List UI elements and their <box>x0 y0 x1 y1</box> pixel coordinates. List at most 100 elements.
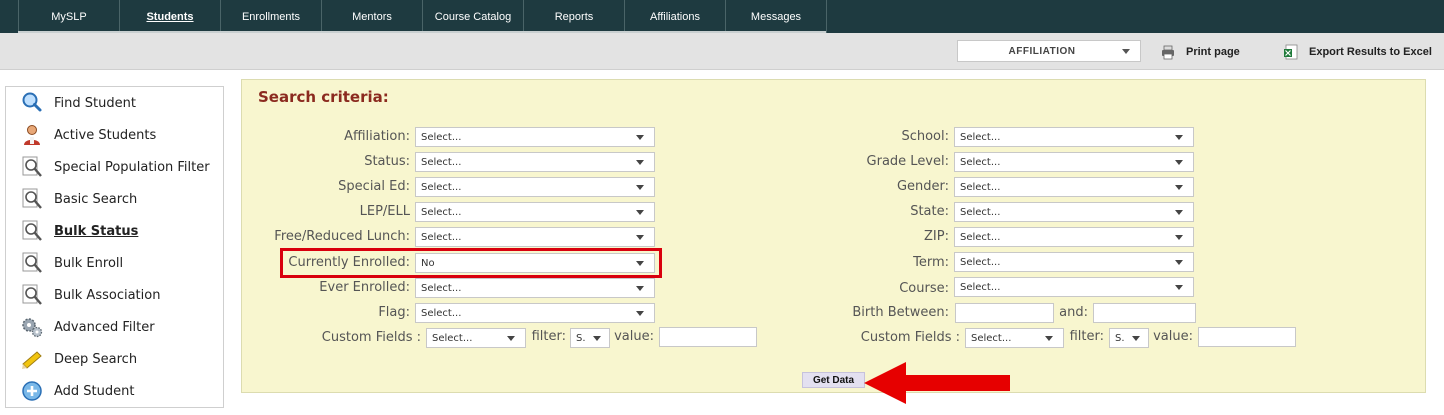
nav-tabs: MySLP Students Enrollments Mentors Cours… <box>18 0 827 33</box>
sidebar-item-label: Special Population Filter <box>54 159 210 175</box>
course-dropdown[interactable]: Select... <box>954 277 1194 297</box>
affiliation-select-value: AFFILIATION <box>1008 45 1076 57</box>
nav-tab-myslp[interactable]: MySLP <box>19 0 120 33</box>
value-label: value: <box>614 329 654 344</box>
nav-tab-messages[interactable]: Messages <box>726 0 827 33</box>
chevron-down-icon <box>1175 185 1183 190</box>
affiliation-select[interactable]: AFFILIATION <box>957 40 1141 62</box>
pencil-icon <box>22 351 42 369</box>
chevron-down-icon <box>1122 49 1130 54</box>
and-label: and: <box>1059 305 1088 320</box>
sidebar-item-deep-search[interactable]: Deep Search <box>6 343 223 375</box>
chevron-down-icon <box>1175 135 1183 140</box>
free-reduced-lunch-dropdown[interactable]: Select... <box>415 227 655 247</box>
grade-level-label: Grade Level: <box>866 154 949 169</box>
custom-value-input[interactable] <box>1198 327 1296 347</box>
dropdown-value: Select... <box>421 231 462 243</box>
chevron-down-icon <box>636 135 644 140</box>
sidebar-item-bulk-enroll[interactable]: Bulk Enroll <box>6 247 223 279</box>
dropdown-value: Select... <box>960 206 1001 218</box>
sidebar-item-basic-search[interactable]: Basic Search <box>6 183 223 215</box>
filter-dropdown[interactable]: S. <box>1109 328 1149 348</box>
sidebar-item-bulk-status[interactable]: Bulk Status <box>6 215 223 247</box>
chevron-down-icon <box>636 286 644 291</box>
custom-fields-dropdown[interactable]: Select... <box>965 328 1064 348</box>
state-label: State: <box>910 204 949 219</box>
sidebar-item-special-population-filter[interactable]: Special Population Filter <box>6 151 223 183</box>
chevron-down-icon <box>1175 235 1183 240</box>
flag-dropdown[interactable]: Select... <box>415 303 655 323</box>
sidebar-item-label: Active Students <box>54 127 157 143</box>
export-excel-label: Export Results to Excel <box>1309 46 1432 58</box>
sidebar-item-label: Add Student <box>54 383 135 399</box>
nav-tab-affiliations[interactable]: Affiliations <box>625 0 726 33</box>
nav-tab-reports[interactable]: Reports <box>524 0 625 33</box>
chevron-down-icon <box>1175 260 1183 265</box>
zoom-doc-icon <box>22 188 42 209</box>
gender-label: Gender: <box>896 179 949 194</box>
chevron-down-icon <box>1175 210 1183 215</box>
affiliation-dropdown[interactable]: Select... <box>415 127 655 147</box>
sidebar-item-label: Advanced Filter <box>54 319 155 335</box>
filter-label: filter: <box>1069 329 1104 344</box>
magnifier-icon <box>22 92 42 112</box>
export-excel-link[interactable]: Export Results to Excel <box>1283 44 1432 60</box>
special-ed-label: Special Ed: <box>338 179 410 194</box>
state-dropdown[interactable]: Select... <box>954 202 1194 222</box>
ever-enrolled-dropdown[interactable]: Select... <box>415 278 655 298</box>
nav-tab-course-catalog[interactable]: Course Catalog <box>423 0 524 33</box>
lep-ell-label: LEP/ELL <box>359 204 410 219</box>
term-label: Term: <box>913 255 949 270</box>
person-icon <box>24 125 40 145</box>
chevron-down-icon <box>1132 336 1140 341</box>
sidebar: Find Student Active Students Special Pop… <box>5 86 224 408</box>
zoom-doc-icon <box>22 220 42 241</box>
grade-level-dropdown[interactable]: Select... <box>954 152 1194 172</box>
dropdown-value: S. <box>576 332 586 344</box>
gender-dropdown[interactable]: Select... <box>954 177 1194 197</box>
nav-tab-enrollments[interactable]: Enrollments <box>221 0 322 33</box>
birth-to-input[interactable] <box>1093 303 1196 323</box>
chevron-down-icon <box>636 210 644 215</box>
sidebar-item-label: Bulk Association <box>54 287 161 303</box>
sidebar-item-label: Basic Search <box>54 191 138 207</box>
value-label: value: <box>1153 329 1193 344</box>
status-label: Status: <box>364 154 410 169</box>
lep-ell-dropdown[interactable]: Select... <box>415 202 655 222</box>
custom-value-input[interactable] <box>659 327 757 347</box>
custom-fields-label: Custom Fields : <box>321 330 421 345</box>
custom-fields-dropdown[interactable]: Select... <box>426 328 526 348</box>
panel-title: Search criteria: <box>258 88 389 106</box>
gears-icon <box>22 318 43 338</box>
print-page-link[interactable]: Print page <box>1160 44 1240 60</box>
dropdown-value: Select... <box>960 181 1001 193</box>
sidebar-item-active-students[interactable]: Active Students <box>6 119 223 151</box>
get-data-button[interactable]: Get Data <box>802 372 865 388</box>
dropdown-value: Select... <box>421 206 462 218</box>
chevron-down-icon <box>636 311 644 316</box>
dropdown-value: Select... <box>421 282 462 294</box>
dropdown-value: Select... <box>971 332 1012 344</box>
dropdown-value: Select... <box>421 307 462 319</box>
school-label: School: <box>901 129 949 144</box>
zip-label: ZIP: <box>924 229 949 244</box>
nav-tab-students[interactable]: Students <box>120 0 221 33</box>
filter-label: filter: <box>531 329 566 344</box>
sidebar-item-advanced-filter[interactable]: Advanced Filter <box>6 311 223 343</box>
printer-icon <box>1162 45 1174 60</box>
sidebar-item-add-student[interactable]: Add Student <box>6 375 223 407</box>
zip-dropdown[interactable]: Select... <box>954 227 1194 247</box>
special-ed-dropdown[interactable]: Select... <box>415 177 655 197</box>
filter-dropdown[interactable]: S. <box>570 328 610 348</box>
sidebar-item-bulk-association[interactable]: Bulk Association <box>6 279 223 311</box>
sidebar-item-find-student[interactable]: Find Student <box>6 87 223 119</box>
sidebar-item-label: Deep Search <box>54 351 138 367</box>
ever-enrolled-label: Ever Enrolled: <box>319 280 410 295</box>
dropdown-value: Select... <box>421 156 462 168</box>
term-dropdown[interactable]: Select... <box>954 252 1194 272</box>
school-dropdown[interactable]: Select... <box>954 127 1194 147</box>
dropdown-value: Select... <box>960 281 1001 293</box>
status-dropdown[interactable]: Select... <box>415 152 655 172</box>
nav-tab-mentors[interactable]: Mentors <box>322 0 423 33</box>
birth-from-input[interactable] <box>955 303 1054 323</box>
